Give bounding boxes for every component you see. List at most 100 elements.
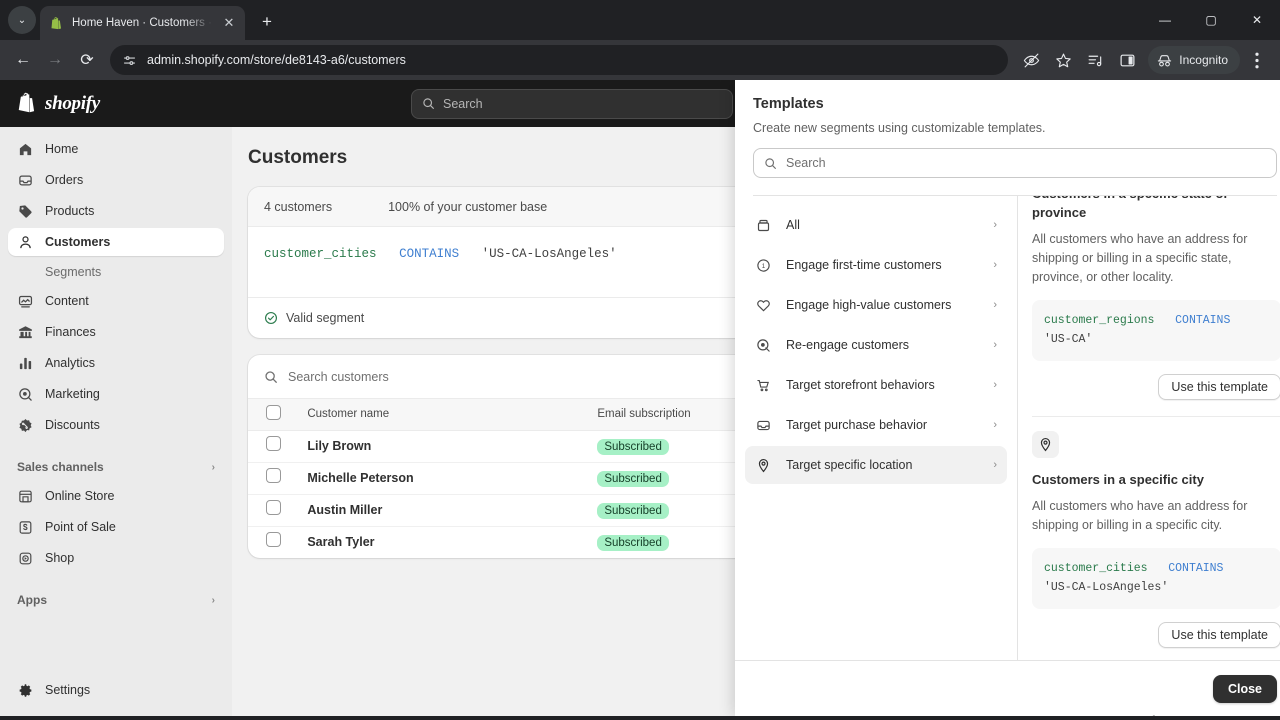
address-bar[interactable]: admin.shopify.com/store/de8143-a6/custom… [110, 45, 1009, 75]
customer-name[interactable]: Sarah Tyler [307, 535, 374, 549]
storefront-icon [17, 488, 34, 505]
sidebar-item-shop[interactable]: Shop [8, 544, 224, 572]
playlist-icon[interactable] [1080, 45, 1110, 75]
reload-icon[interactable]: ⟳ [72, 45, 102, 75]
sidebar-label-finances: Finances [45, 325, 96, 339]
tab-close-icon[interactable]: ✕ [221, 15, 237, 31]
sidebar-label-orders: Orders [45, 173, 84, 187]
inbox-icon [755, 417, 772, 434]
template-category-label: Target specific location [786, 458, 913, 472]
shopify-sidebar: Home Orders Products Customers Segments … [0, 127, 232, 716]
use-this-template-button[interactable]: Use this template [1158, 373, 1280, 400]
forward-icon[interactable]: → [40, 45, 70, 75]
gear-icon [17, 682, 34, 699]
sidebar-item-orders[interactable]: Orders [8, 166, 224, 194]
chevron-right-icon: › [211, 594, 215, 606]
close-button[interactable]: Close [1212, 674, 1277, 703]
content-icon [17, 293, 34, 310]
template-category-target-specific-location[interactable]: Target specific location › [745, 446, 1007, 484]
three-dots-icon[interactable] [1242, 45, 1272, 75]
template-category-engage-first-time[interactable]: 1 Engage first-time customers › [745, 246, 1007, 284]
customer-name[interactable]: Austin Miller [307, 503, 382, 517]
tab-search-caret-icon[interactable]: ⌄ [8, 6, 36, 34]
chevron-right-icon: › [993, 419, 997, 431]
sidebar-item-content[interactable]: Content [8, 287, 224, 315]
select-all-checkbox[interactable] [266, 405, 281, 421]
sidebar-label-discounts: Discounts [45, 418, 100, 432]
sidebar-item-discounts[interactable]: Discounts [8, 411, 224, 439]
row-select-cell [248, 462, 307, 494]
archive-icon [755, 217, 772, 234]
template-card-state-or-province: Customers in a specific state or provinc… [1032, 196, 1280, 416]
window-maximize-button[interactable]: ▢ [1188, 0, 1234, 40]
sidebar-group-apps[interactable]: Apps › [8, 585, 224, 615]
sidebar-item-analytics[interactable]: Analytics [8, 349, 224, 377]
row-checkbox[interactable] [266, 532, 281, 548]
sidebar-item-home[interactable]: Home [8, 135, 224, 163]
incognito-label: Incognito [1179, 53, 1228, 67]
templates-panel-header: Templates ✕ Create new segments using cu… [735, 80, 1280, 196]
sidebar-item-point-of-sale[interactable]: Point of Sale [8, 513, 224, 541]
template-category-all[interactable]: All › [745, 206, 1007, 244]
star-icon[interactable] [1048, 45, 1078, 75]
incognito-indicator[interactable]: Incognito [1148, 46, 1240, 74]
sidebar-item-online-store[interactable]: Online Store [8, 482, 224, 510]
status-badge: Subscribed [597, 535, 669, 552]
shopify-logo[interactable]: shopify [16, 92, 216, 116]
templates-search-input[interactable]: Search [753, 148, 1277, 178]
sidebar-label-products: Products [45, 204, 95, 218]
segment-status-label: Valid segment [286, 311, 365, 325]
template-category-engage-high-value[interactable]: Engage high-value customers › [745, 286, 1007, 324]
template-category-purchase-behavior[interactable]: Target purchase behavior › [745, 406, 1007, 444]
customers-search-placeholder: Search customers [288, 369, 389, 384]
new-tab-button[interactable]: + [253, 8, 281, 36]
template-card-actions: Use this template [1032, 621, 1280, 648]
check-circle-icon [264, 311, 278, 325]
split-panel-icon[interactable] [1112, 45, 1142, 75]
column-header-customer-name[interactable]: Customer name [307, 399, 597, 430]
template-detail-scroll[interactable]: Customers in a specific state or provinc… [1018, 196, 1280, 660]
sidebar-group-sales-channels[interactable]: Sales channels › [8, 452, 224, 482]
template-category-label: All [786, 218, 800, 232]
sidebar-label-home: Home [45, 142, 79, 156]
row-checkbox[interactable] [266, 468, 281, 483]
customer-name[interactable]: Michelle Peterson [307, 471, 413, 485]
eye-off-icon[interactable] [1016, 45, 1046, 75]
location-pin-icon [1032, 430, 1059, 458]
chevron-right-icon: › [993, 299, 997, 311]
sidebar-item-marketing[interactable]: Marketing [8, 380, 224, 408]
template-category-label: Engage high-value customers [786, 298, 952, 312]
template-category-storefront-behaviors[interactable]: Target storefront behaviors › [745, 366, 1007, 404]
templates-panel-footer: Close [735, 660, 1280, 716]
row-checkbox[interactable] [266, 436, 281, 451]
customer-name[interactable]: Lily Brown [307, 439, 371, 453]
sidebar-item-products[interactable]: Products [8, 197, 224, 225]
sidebar-item-customers[interactable]: Customers [8, 228, 224, 256]
window-minimize-button[interactable]: — [1142, 0, 1188, 40]
incognito-hat-icon [1156, 53, 1173, 68]
site-settings-tune-icon[interactable] [122, 53, 137, 68]
row-checkbox[interactable] [266, 500, 281, 515]
sidebar-item-finances[interactable]: Finances [8, 318, 224, 346]
address-bar-url: admin.shopify.com/store/de8143-a6/custom… [147, 53, 406, 67]
bank-icon [17, 324, 34, 341]
segment-customer-count: 4 customers [264, 199, 333, 214]
query-field-token: customer_cities [264, 247, 377, 261]
window-close-button[interactable]: ✕ [1234, 0, 1280, 40]
chevron-right-icon: › [211, 461, 215, 473]
code-operator-token: CONTAINS [1175, 313, 1231, 327]
sidebar-label-content: Content [45, 294, 89, 308]
template-category-re-engage[interactable]: Re-engage customers › [745, 326, 1007, 364]
sidebar-item-settings[interactable]: Settings [8, 676, 224, 704]
close-icon[interactable]: ✕ [1273, 98, 1280, 120]
shopify-global-search[interactable]: Search [411, 88, 733, 119]
sidebar-subitem-segments[interactable]: Segments [8, 259, 224, 285]
back-icon[interactable]: ← [8, 45, 38, 75]
templates-panel-body: All › 1 Engage first-time customers › En… [735, 196, 1280, 660]
target-cursor-icon [755, 337, 772, 354]
query-value-token: 'US-CA-LosAngeles' [481, 247, 617, 261]
browser-tab-active[interactable]: Home Haven · Customers · Sho ✕ [40, 6, 245, 40]
use-this-template-button[interactable]: Use this template [1158, 621, 1280, 648]
row-select-cell [248, 526, 307, 558]
code-field-token: customer_cities [1044, 561, 1148, 575]
